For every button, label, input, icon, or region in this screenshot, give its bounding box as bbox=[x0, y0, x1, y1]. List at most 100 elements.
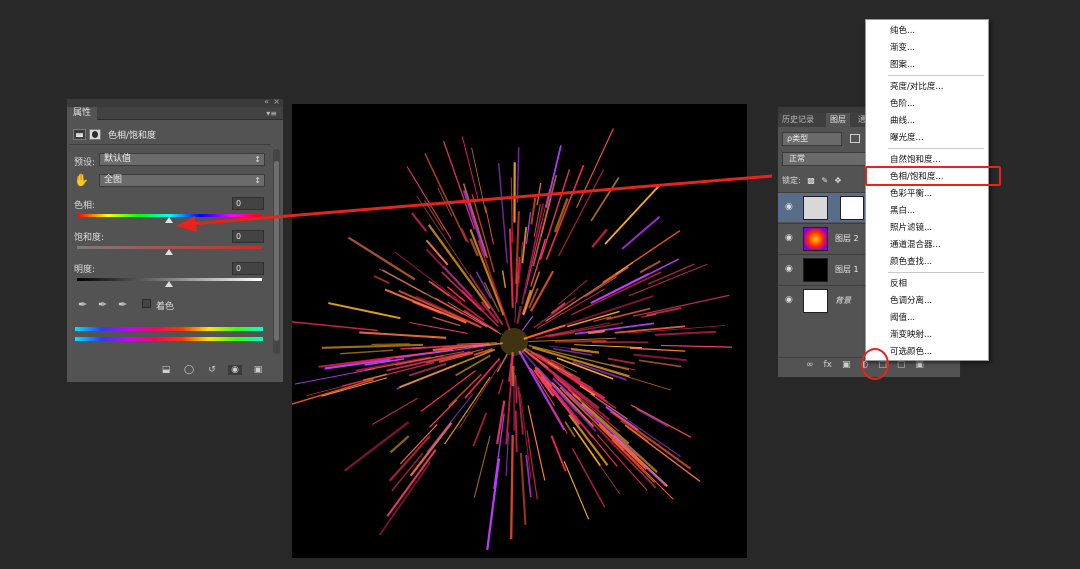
menu-item-black-white[interactable]: 黑白... bbox=[890, 206, 915, 216]
menu-item-photo-filter[interactable]: 照片滤镜... bbox=[890, 223, 932, 233]
layer-row-adjustment[interactable]: ◉ bbox=[778, 192, 866, 222]
firework-streak bbox=[526, 189, 550, 286]
targeted-adjustment-hand-icon[interactable]: ✋ bbox=[74, 173, 89, 187]
firework-streak bbox=[514, 410, 518, 453]
firework-streak bbox=[409, 322, 468, 334]
fx-icon[interactable]: fx bbox=[824, 360, 833, 370]
menu-item-solid-color[interactable]: 纯色... bbox=[890, 26, 915, 36]
firework-streak bbox=[584, 276, 617, 298]
menu-item-pattern[interactable]: 图案... bbox=[890, 60, 915, 70]
range-dropdown[interactable]: 全图 bbox=[99, 174, 265, 187]
document-canvas[interactable] bbox=[291, 104, 747, 558]
menu-item-levels[interactable]: 色阶... bbox=[890, 99, 915, 109]
menu-item-channel-mixer[interactable]: 通道混合器... bbox=[890, 240, 941, 250]
menu-item-curves[interactable]: 曲线... bbox=[890, 116, 915, 126]
tab-history[interactable]: 历史记录 bbox=[778, 113, 818, 127]
visibility-eye-icon[interactable]: ◉ bbox=[228, 365, 242, 375]
tab-properties[interactable]: 属性 bbox=[67, 107, 98, 120]
firework-streak bbox=[510, 434, 514, 540]
firework-streak bbox=[459, 362, 502, 428]
eyedropper-icon[interactable]: ✒ bbox=[78, 298, 87, 311]
firework-image bbox=[291, 128, 732, 551]
firework-streak bbox=[437, 187, 453, 217]
firework-streak bbox=[611, 439, 656, 484]
colorize-checkbox[interactable] bbox=[142, 299, 151, 308]
lock-transparent-icon[interactable]: ▩ bbox=[807, 176, 815, 185]
firework-streak bbox=[550, 302, 566, 315]
lock-label: 锁定: bbox=[782, 176, 801, 185]
firework-streak bbox=[536, 182, 542, 206]
layer-mask-thumbnail[interactable] bbox=[840, 196, 864, 220]
firework-streak bbox=[604, 185, 660, 245]
firework-streak bbox=[291, 378, 374, 405]
firework-streak bbox=[362, 373, 388, 382]
preset-dropdown[interactable]: 默认值 bbox=[99, 153, 265, 166]
menu-item-vibrance[interactable]: 自然饱和度... bbox=[890, 155, 941, 165]
firework-streak bbox=[328, 302, 401, 320]
lightness-input[interactable]: 0 bbox=[232, 262, 264, 275]
layer-visibility-icon[interactable]: ◉ bbox=[785, 202, 793, 212]
image-filter-icon[interactable] bbox=[850, 134, 860, 143]
menu-item-invert[interactable]: 反相 bbox=[890, 279, 907, 289]
lock-move-icon[interactable]: ✥ bbox=[835, 176, 842, 185]
lock-row: 锁定: ▩ ✎ ✥ bbox=[782, 175, 841, 186]
firework-streak bbox=[372, 397, 418, 426]
layer-row-1[interactable]: ◉ 图层 1 bbox=[778, 254, 866, 284]
layer-thumbnail bbox=[803, 258, 828, 282]
trash-icon[interactable]: ▣ bbox=[251, 365, 265, 375]
menu-item-threshold[interactable]: 阈值... bbox=[890, 313, 915, 323]
view-previous-icon[interactable]: ◯ bbox=[182, 365, 196, 375]
firework-streak bbox=[660, 344, 732, 348]
layer-row-background[interactable]: ◉ 背景 bbox=[778, 285, 866, 315]
eyedropper-subtract-icon[interactable]: ✒ bbox=[118, 298, 127, 311]
input-color-bar bbox=[75, 327, 263, 331]
adjustment-layer-icon[interactable] bbox=[73, 128, 86, 140]
lightness-slider-thumb[interactable] bbox=[165, 281, 173, 287]
layer-name: 背景 bbox=[835, 296, 851, 305]
close-icon[interactable]: × bbox=[273, 97, 280, 106]
firework-streak bbox=[610, 363, 636, 371]
layer-thumbnail bbox=[803, 227, 828, 251]
firework-streak bbox=[629, 347, 686, 352]
panel-menu-icon[interactable]: ▾≡ bbox=[266, 107, 277, 120]
menu-item-gradient[interactable]: 渐变... bbox=[890, 43, 915, 53]
firework-streak bbox=[510, 177, 514, 243]
link-icon[interactable]: ∞ bbox=[806, 360, 814, 370]
menu-item-gradient-map[interactable]: 渐变映射... bbox=[890, 330, 932, 340]
firework-streak bbox=[549, 402, 568, 434]
menu-item-exposure[interactable]: 曝光度... bbox=[890, 133, 924, 143]
hue-slider-thumb[interactable] bbox=[165, 217, 173, 223]
panel-grip[interactable]: « × bbox=[67, 97, 283, 107]
layer-visibility-icon[interactable]: ◉ bbox=[785, 295, 793, 305]
layer-filter-dropdown[interactable]: ρ类型 bbox=[782, 132, 842, 146]
reset-icon[interactable]: ↺ bbox=[205, 365, 219, 375]
firework-streak bbox=[621, 215, 661, 250]
menu-item-selective-color[interactable]: 可选颜色... bbox=[890, 347, 932, 357]
firework-streak bbox=[607, 357, 635, 365]
trash-icon[interactable]: ▣ bbox=[915, 360, 924, 370]
menu-separator bbox=[888, 75, 984, 76]
panel-scrollbar[interactable] bbox=[273, 149, 280, 354]
firework-streak bbox=[493, 413, 505, 490]
saturation-input[interactable]: 0 bbox=[232, 230, 264, 243]
menu-item-brightness-contrast[interactable]: 亮度/对比度... bbox=[890, 82, 943, 92]
layer-visibility-icon[interactable]: ◉ bbox=[785, 233, 793, 243]
lock-paint-icon[interactable]: ✎ bbox=[821, 176, 828, 185]
firework-streak bbox=[545, 145, 562, 208]
mask-icon[interactable] bbox=[89, 128, 101, 140]
hue-input[interactable]: 0 bbox=[232, 197, 264, 210]
add-mask-icon[interactable]: ▣ bbox=[842, 360, 851, 370]
menu-item-posterize[interactable]: 色调分离... bbox=[890, 296, 932, 306]
new-layer-icon[interactable]: ▢ bbox=[897, 360, 906, 370]
menu-item-color-balance[interactable]: 色彩平衡... bbox=[890, 189, 932, 199]
menu-item-color-lookup[interactable]: 颜色查找... bbox=[890, 257, 932, 267]
saturation-slider-thumb[interactable] bbox=[165, 249, 173, 255]
eyedropper-add-icon[interactable]: ✒ bbox=[98, 298, 107, 311]
clip-to-layer-icon[interactable]: ⬓ bbox=[159, 365, 173, 375]
tab-layers[interactable]: 图层 bbox=[826, 113, 850, 127]
firework-streak bbox=[321, 343, 424, 349]
collapse-icon[interactable]: « bbox=[264, 97, 269, 106]
layer-visibility-icon[interactable]: ◉ bbox=[785, 264, 793, 274]
layer-row-2[interactable]: ◉ 图层 2 bbox=[778, 223, 866, 253]
blend-mode-dropdown[interactable]: 正常 bbox=[782, 152, 866, 166]
